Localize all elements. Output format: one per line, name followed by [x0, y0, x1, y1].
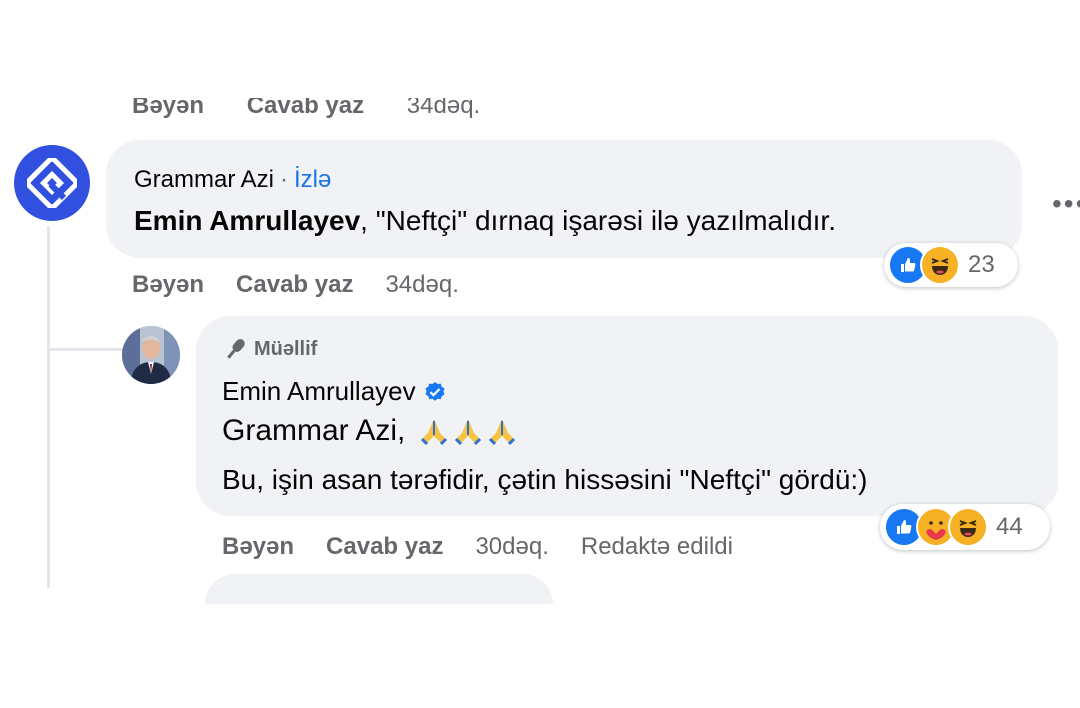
haha-icon [948, 507, 988, 547]
reply-actions: Bəyən Cavab yaz 30dəq. Redaktə edildi [222, 533, 765, 561]
reply-timestamp[interactable]: 30dəq. [475, 533, 548, 560]
comment-text: Emin Amrullayev, "Neftçi" dırnaq işarəsi… [134, 205, 836, 237]
author-badge: Müəllif [222, 336, 317, 362]
emin-amrullayev-avatar[interactable] [122, 326, 180, 384]
comment-header: Grammar Azi · İzlə [134, 166, 331, 194]
reply-mention-line: Grammar Azi, [222, 414, 521, 448]
previous-reply-link[interactable]: Cavab yaz [247, 98, 364, 118]
comment-author-grammar-azi[interactable]: Grammar Azi [134, 166, 274, 193]
mention-emin-amrullayev[interactable]: Emin Amrullayev [134, 205, 360, 236]
reply-link[interactable]: Cavab yaz [236, 271, 353, 298]
grammar-azi-avatar[interactable] [14, 145, 90, 221]
mention-comma: , [397, 414, 406, 447]
praying-hands-icon [455, 419, 482, 446]
praying-hands-icon [421, 419, 448, 446]
haha-icon [920, 245, 960, 285]
comment-actions: Bəyən Cavab yaz 34dəq. [132, 271, 491, 299]
thread-line-vertical [47, 226, 50, 588]
reactions-summary[interactable]: 44 [880, 504, 1050, 550]
reactions-summary[interactable]: 23 [884, 243, 1018, 287]
reaction-count: 44 [996, 513, 1023, 540]
praying-hands-icon [489, 419, 516, 446]
like-link[interactable]: Bəyən [132, 271, 204, 298]
next-comment-bubble [205, 574, 553, 604]
praying-hands-emojis [419, 416, 521, 446]
previous-comment-actions: Bəyən Cavab yaz 34dəq. [132, 98, 552, 118]
separator-dot: · [280, 166, 289, 193]
comment-bubble-grammar-azi [106, 140, 1022, 258]
comment-body: , "Neftçi" dırnaq işarəsi ilə yazılmalıd… [360, 205, 836, 236]
like-link[interactable]: Bəyən [222, 533, 294, 560]
previous-like-link[interactable]: Bəyən [132, 98, 204, 118]
person-photo [122, 326, 180, 384]
comment-timestamp[interactable]: 34dəq. [385, 271, 458, 298]
edited-label: Redaktə edildi [580, 533, 733, 560]
reply-link[interactable]: Cavab yaz [326, 533, 443, 560]
previous-timestamp[interactable]: 34dəq. [407, 98, 480, 118]
reply-body: Bu, işin asan tərəfidir, çətin hissəsini… [222, 464, 868, 495]
microphone-icon [227, 339, 245, 359]
author-badge-label: Müəllif [254, 337, 318, 360]
reply-header: Emin Amrullayev [222, 376, 446, 407]
comment-author-emin-amrullayev[interactable]: Emin Amrullayev [222, 376, 416, 407]
verified-badge-icon [425, 381, 445, 401]
grammar-azi-logo-icon [27, 158, 77, 208]
mention-grammar-azi[interactable]: Grammar Azi [222, 414, 397, 448]
thread-line-horizontal [47, 348, 123, 351]
more-options-icon[interactable]: ••• [1052, 188, 1080, 220]
reaction-count: 23 [968, 251, 995, 278]
follow-link[interactable]: İzlə [294, 166, 331, 193]
